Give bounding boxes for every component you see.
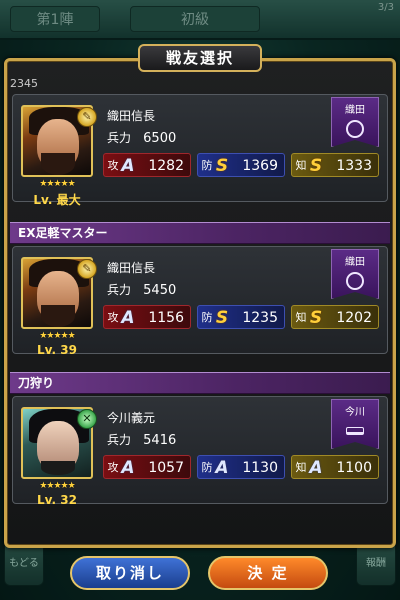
cancel-button[interactable]: 取り消し	[70, 556, 190, 590]
intellect-stat: 知 S 1202	[291, 305, 379, 329]
attack-value: 1282	[148, 158, 184, 174]
intellect-value: 1202	[336, 310, 372, 326]
friend-card-3[interactable]: ✕ ★★★★★ Lv. 32 今川義元 兵力 5416 今川 攻 A 1057 …	[12, 396, 388, 507]
clan-crest-icon	[346, 272, 364, 290]
confirm-button[interactable]: 決 定	[208, 556, 328, 590]
skill-icon: ✎	[77, 107, 97, 127]
level-label: Lv. 32	[37, 493, 77, 507]
friend-card-1[interactable]: ✎ ★★★★★ Lv. 最大 織田信長 兵力 6500 織田 攻 A 1282 …	[12, 94, 388, 207]
attack-stat: 攻 A 1057	[103, 455, 191, 479]
intellect-rank: S	[309, 156, 323, 176]
rarity-stars: ★★★★★	[39, 481, 75, 491]
defense-stat: 防 S 1235	[197, 305, 285, 329]
general-name: 織田信長	[107, 109, 156, 123]
defense-stat: 防 A 1130	[197, 455, 285, 479]
clan-crest-icon	[346, 120, 364, 138]
troops-row: 兵力 6500	[107, 129, 176, 146]
stats-row: 攻 A 1156 防 S 1235 知 S 1202	[103, 305, 383, 329]
troops-row: 兵力 5416	[107, 431, 176, 448]
attack-value: 1156	[148, 310, 184, 326]
rarity-stars: ★★★★★	[39, 331, 75, 341]
skill-icon: ✎	[77, 259, 97, 279]
defense-value: 1130	[242, 460, 278, 476]
attack-stat: 攻 A 1156	[103, 305, 191, 329]
skill-section-header-3: 刀狩り	[10, 372, 390, 394]
clan-crest-icon	[346, 427, 364, 435]
attack-value: 1057	[148, 460, 184, 476]
clan-banner: 織田	[331, 97, 379, 147]
defense-rank: S	[215, 156, 229, 176]
troops-value: 5450	[143, 283, 177, 298]
beard-shape	[41, 305, 75, 327]
defense-stat: 防 S 1369	[197, 153, 285, 177]
level-label: Lv. 最大	[33, 193, 81, 207]
general-name: 織田信長	[107, 261, 156, 275]
intellect-stat: 知 A 1100	[291, 455, 379, 479]
defense-value: 1235	[242, 310, 278, 326]
beard-shape	[41, 461, 75, 475]
clan-name: 織田	[345, 105, 365, 116]
skill-section-header-2: EX足軽マスター	[10, 222, 390, 244]
intellect-rank: A	[309, 458, 323, 478]
clan-name: 今川	[345, 407, 365, 418]
skill-icon: ✕	[77, 409, 97, 429]
attack-rank: A	[121, 308, 135, 328]
intellect-value: 1100	[336, 460, 372, 476]
troops-value: 5416	[143, 433, 177, 448]
dialog-subhead: 2345	[10, 77, 38, 90]
defense-value: 1369	[242, 158, 278, 174]
attack-rank: A	[121, 458, 135, 478]
dialog-title: 戦友選択	[138, 44, 262, 72]
troops-label: 兵力	[107, 283, 132, 297]
clan-banner: 今川	[331, 399, 379, 449]
troops-label: 兵力	[107, 131, 132, 145]
defense-rank: A	[215, 458, 229, 478]
rarity-stars: ★★★★★	[39, 179, 75, 189]
clan-name: 織田	[345, 257, 365, 268]
clan-banner: 織田	[331, 249, 379, 299]
level-label: Lv. 39	[37, 343, 77, 357]
intellect-value: 1333	[336, 158, 372, 174]
troops-label: 兵力	[107, 433, 132, 447]
general-name: 今川義元	[107, 411, 156, 425]
troops-value: 6500	[143, 131, 177, 146]
attack-stat: 攻 A 1282	[103, 153, 191, 177]
intellect-rank: S	[309, 308, 323, 328]
intellect-stat: 知 S 1333	[291, 153, 379, 177]
attack-rank: A	[121, 156, 135, 176]
friend-card-2[interactable]: ✎ ★★★★★ Lv. 39 織田信長 兵力 5450 織田 攻 A 1156 …	[12, 246, 388, 357]
beard-shape	[41, 153, 75, 175]
stats-row: 攻 A 1282 防 S 1369 知 S 1333	[103, 153, 383, 177]
defense-rank: S	[215, 308, 229, 328]
troops-row: 兵力 5450	[107, 281, 176, 298]
stats-row: 攻 A 1057 防 A 1130 知 A 1100	[103, 455, 383, 479]
